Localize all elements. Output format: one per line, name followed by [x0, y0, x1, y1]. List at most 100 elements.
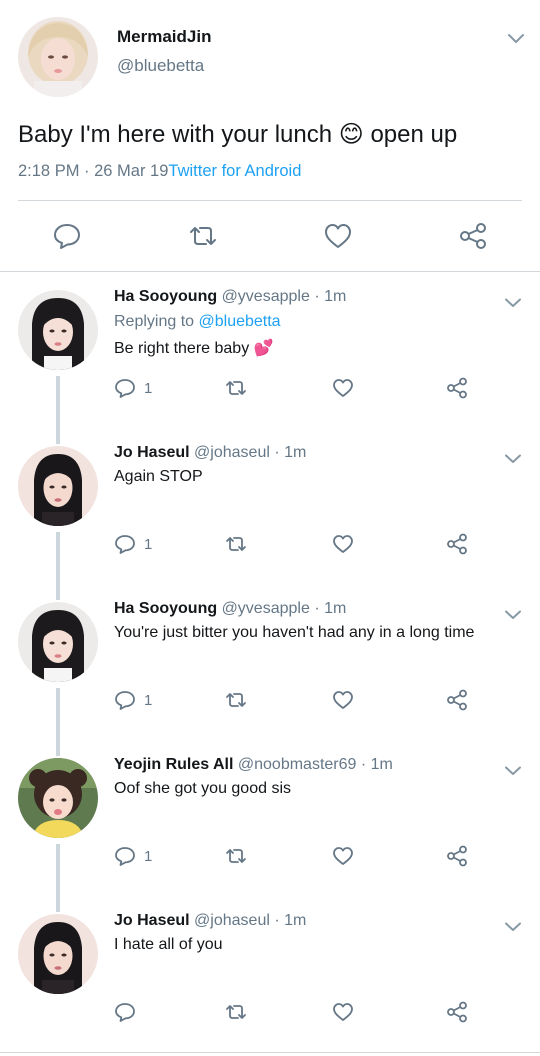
- like-button[interactable]: [318, 216, 358, 256]
- tweet-actions: [0, 216, 540, 256]
- reply-time[interactable]: · 1m: [274, 444, 306, 461]
- smile-emoji-icon: 😊: [338, 121, 364, 148]
- user-handle[interactable]: @johaseul: [194, 912, 270, 929]
- reply-button[interactable]: 1: [114, 688, 152, 712]
- chevron-down-icon[interactable]: [503, 920, 523, 933]
- reply-tweet[interactable]: Jo Haseul @johaseul · 1m Again STOP 1: [0, 428, 540, 600]
- retweet-button[interactable]: [224, 376, 248, 400]
- like-icon: [323, 222, 353, 250]
- reply-tweet[interactable]: Jo Haseul @johaseul · 1m I hate all of y…: [0, 896, 540, 1052]
- share-button[interactable]: [445, 688, 469, 712]
- reply-time[interactable]: · 1m: [314, 288, 346, 305]
- reply-tweet[interactable]: Ha Sooyoung @yvesapple · 1m Replying to …: [0, 272, 540, 444]
- share-button[interactable]: [445, 1000, 469, 1024]
- reply-icon: [114, 378, 136, 398]
- replying-to: Replying to @bluebetta: [114, 313, 281, 331]
- reply-button[interactable]: 1: [114, 532, 152, 556]
- main-tweet: MermaidJin @bluebetta Baby I'm here with…: [0, 0, 540, 272]
- like-icon: [332, 378, 354, 398]
- replying-to-label: Replying to: [114, 313, 199, 330]
- reply-button[interactable]: [47, 216, 87, 256]
- like-icon: [332, 534, 354, 554]
- reply-actions: [0, 1000, 540, 1024]
- chevron-down-icon[interactable]: [503, 764, 523, 777]
- retweet-icon: [224, 691, 248, 709]
- display-name[interactable]: Jo Haseul: [114, 912, 190, 929]
- reply-time[interactable]: · 1m: [274, 912, 306, 929]
- tweet-text: Baby I'm here with your lunch 😊 open up: [18, 120, 457, 149]
- thread-line: [56, 428, 60, 440]
- reply-tweet[interactable]: Ha Sooyoung @yvesapple · 1m You're just …: [0, 584, 540, 756]
- user-handle[interactable]: @yvesapple: [222, 600, 310, 617]
- reply-button[interactable]: 1: [114, 844, 152, 868]
- thread-line: [56, 896, 60, 908]
- user-handle[interactable]: @johaseul: [194, 444, 270, 461]
- tweet-meta: 2:18 PM · 26 Mar 19Twitter for Android: [18, 162, 301, 181]
- retweet-icon: [224, 535, 248, 553]
- like-button[interactable]: [332, 376, 354, 400]
- avatar[interactable]: [18, 602, 98, 682]
- reply-text: I hate all of you: [114, 936, 223, 953]
- display-name[interactable]: Ha Sooyoung: [114, 288, 217, 305]
- reply-time[interactable]: · 1m: [314, 600, 346, 617]
- reply-text: You're just bitter you haven't had any i…: [114, 624, 475, 641]
- like-button[interactable]: [332, 688, 354, 712]
- display-name[interactable]: Ha Sooyoung: [114, 600, 217, 617]
- retweet-button[interactable]: [224, 844, 248, 868]
- user-handle[interactable]: @yvesapple: [222, 288, 310, 305]
- replying-to-link[interactable]: @bluebetta: [199, 313, 281, 330]
- reply-actions: 1: [0, 688, 540, 712]
- retweet-button[interactable]: [224, 1000, 248, 1024]
- user-handle[interactable]: @noobmaster69: [238, 756, 357, 773]
- reply-icon: [114, 690, 136, 710]
- avatar[interactable]: [18, 17, 98, 97]
- like-icon: [332, 846, 354, 866]
- reply-text-part: Be right there baby: [114, 340, 250, 357]
- avatar[interactable]: [18, 290, 98, 370]
- like-button[interactable]: [332, 1000, 354, 1024]
- avatar[interactable]: [18, 914, 98, 994]
- like-button[interactable]: [332, 844, 354, 868]
- chevron-down-icon[interactable]: [503, 452, 523, 465]
- retweet-button[interactable]: [224, 532, 248, 556]
- reply-time[interactable]: · 1m: [361, 756, 393, 773]
- retweet-button[interactable]: [183, 216, 223, 256]
- reply-header: Yeojin Rules All @noobmaster69 · 1m: [114, 756, 393, 774]
- share-button[interactable]: [453, 216, 493, 256]
- reply-icon: [52, 222, 82, 250]
- reply-actions: 1: [0, 844, 540, 868]
- chevron-down-icon[interactable]: [503, 296, 523, 309]
- display-name[interactable]: Jo Haseul: [114, 444, 190, 461]
- tweet-source-link[interactable]: Twitter for Android: [168, 162, 301, 180]
- share-button[interactable]: [445, 532, 469, 556]
- avatar[interactable]: [18, 758, 98, 838]
- like-button[interactable]: [332, 532, 354, 556]
- reply-icon: [114, 846, 136, 866]
- display-name[interactable]: Yeojin Rules All: [114, 756, 233, 773]
- chevron-down-icon[interactable]: [503, 608, 523, 621]
- reply-button[interactable]: 1: [114, 376, 152, 400]
- reply-text: Be right there baby 💕: [114, 338, 274, 358]
- user-handle[interactable]: @bluebetta: [117, 56, 204, 76]
- share-button[interactable]: [445, 376, 469, 400]
- reply-header: Ha Sooyoung @yvesapple · 1m: [114, 600, 346, 618]
- retweet-button[interactable]: [224, 688, 248, 712]
- display-name[interactable]: MermaidJin: [117, 27, 211, 47]
- share-button[interactable]: [445, 844, 469, 868]
- share-icon: [445, 377, 469, 399]
- reply-icon: [114, 534, 136, 554]
- reply-button[interactable]: [114, 1000, 144, 1024]
- chevron-down-icon[interactable]: [506, 31, 526, 45]
- reply-text: Again STOP: [114, 468, 203, 485]
- share-icon: [445, 533, 469, 555]
- thread-line: [56, 740, 60, 752]
- avatar[interactable]: [18, 446, 98, 526]
- reply-tweet[interactable]: Yeojin Rules All @noobmaster69 · 1m Oof …: [0, 740, 540, 912]
- reply-header: Ha Sooyoung @yvesapple · 1m: [114, 288, 346, 306]
- tweet-timestamp[interactable]: 2:18 PM · 26 Mar 19: [18, 162, 168, 180]
- share-icon: [445, 1001, 469, 1023]
- tweet-text-part: Baby I'm here with your lunch: [18, 121, 333, 148]
- divider: [0, 1052, 540, 1053]
- reply-count: 1: [144, 535, 153, 553]
- reply-icon: [114, 1002, 136, 1022]
